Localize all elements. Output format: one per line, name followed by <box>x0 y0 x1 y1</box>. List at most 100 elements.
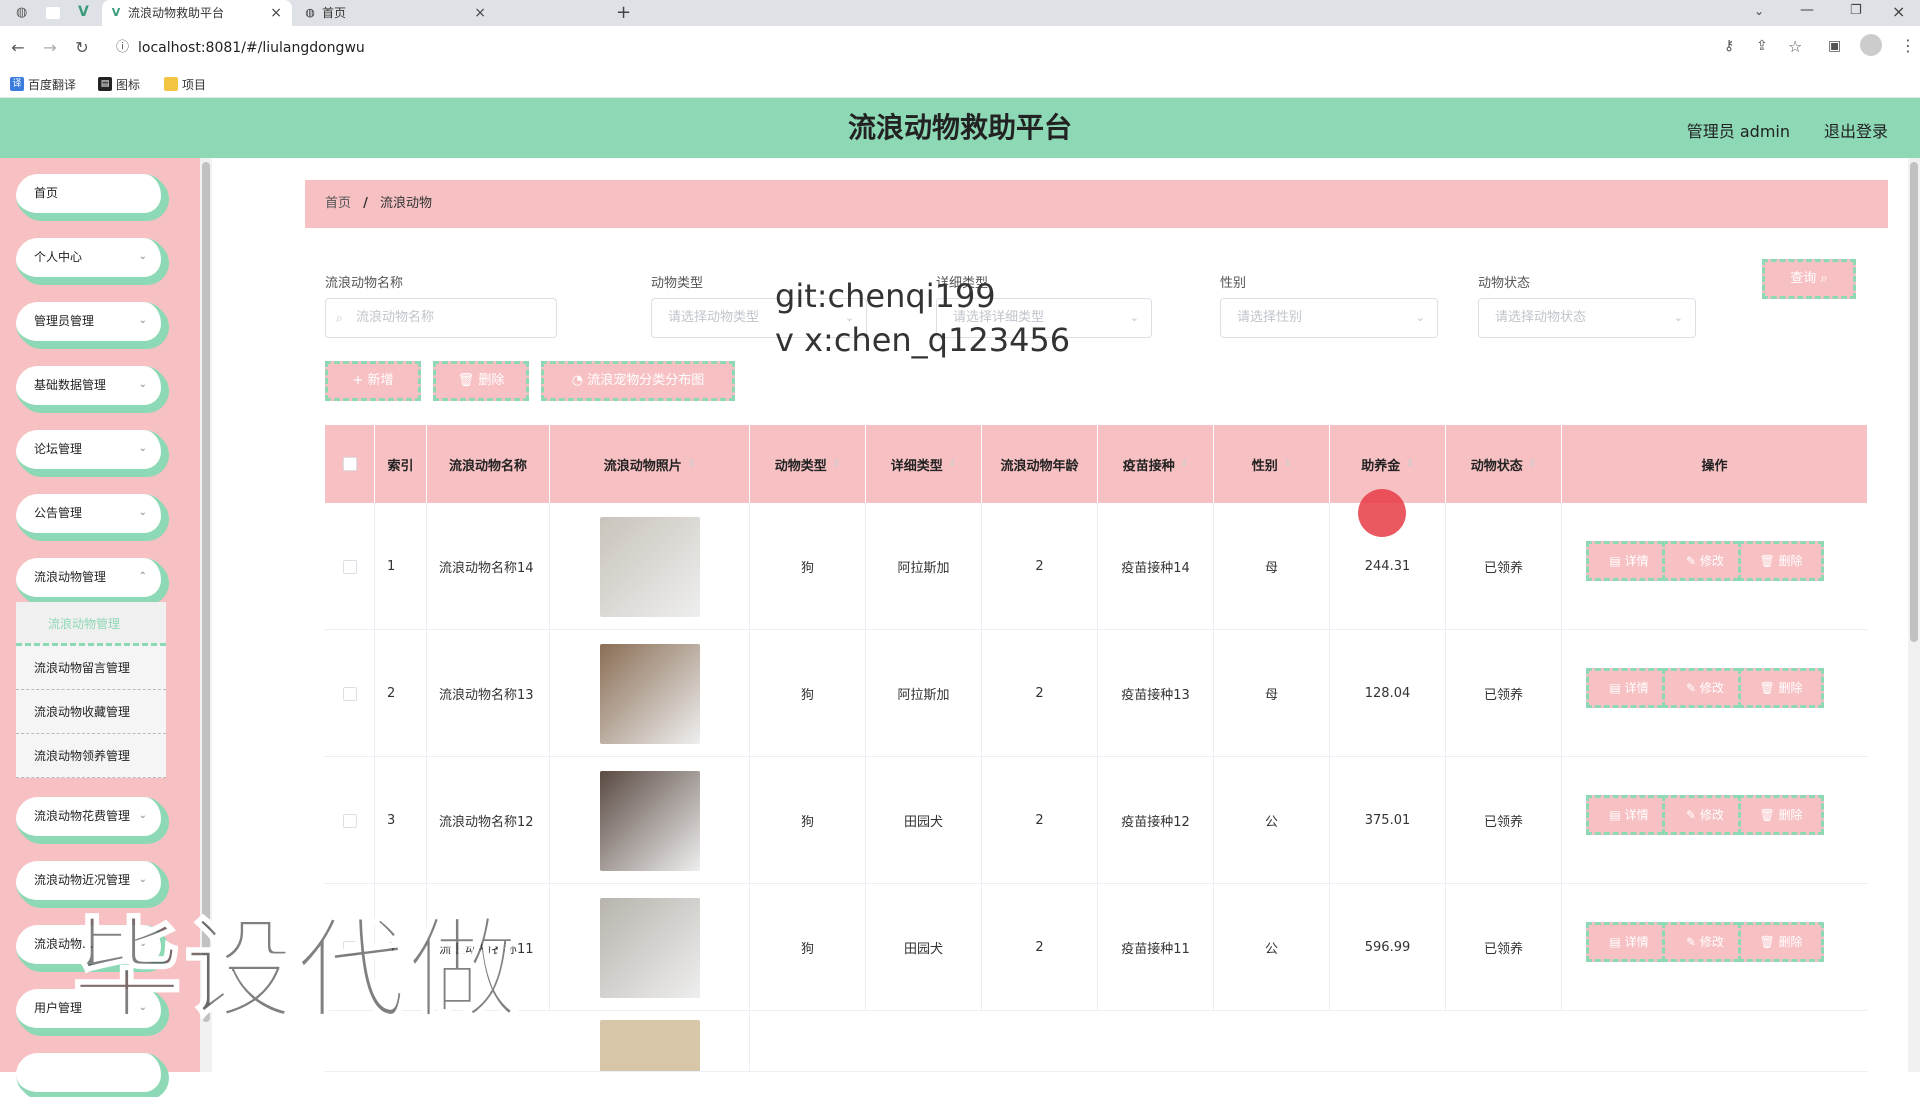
submenu-animal-favorites[interactable]: 流浪动物收藏管理 <box>16 690 166 734</box>
user-info: 管理员 admin <box>1686 122 1790 141</box>
animal-photo[interactable] <box>599 1020 700 1071</box>
sort-icon[interactable]: ⇕ <box>1529 459 1537 469</box>
sort-icon[interactable]: ⇕ <box>1406 459 1414 469</box>
sex-cell: 母 <box>1214 503 1330 630</box>
header-detail[interactable]: 详细类型 ⇕ <box>866 425 982 503</box>
page-scrollbar[interactable] <box>1908 158 1920 1072</box>
header-photo[interactable]: 流浪动物照片 ⇕ <box>550 425 750 503</box>
sidebar-item-more[interactable] <box>16 1053 166 1097</box>
status-cell: 已领养 <box>1446 884 1562 1011</box>
chevron-down-icon: ⌄ <box>1415 311 1425 324</box>
delete-button[interactable]: 🗑 删除 <box>1738 668 1824 708</box>
chevron-up-icon: ⌃ <box>138 571 147 582</box>
breadcrumb-home[interactable]: 首页 <box>325 196 351 211</box>
sort-icon[interactable]: ⇕ <box>833 459 841 469</box>
header-actions: 操作 <box>1701 458 1728 474</box>
submenu-animal-manage[interactable]: 流浪动物管理 <box>16 602 166 646</box>
submenu-animal-messages[interactable]: 流浪动物留言管理 <box>16 646 166 690</box>
scrollbar-thumb[interactable] <box>1910 162 1918 642</box>
sidebar-item-costs[interactable]: 流浪动物花费管理 ⌄ <box>16 797 166 841</box>
edit-button[interactable]: ✎ 修改 <box>1662 668 1748 708</box>
header-type[interactable]: 动物类型 ⇕ <box>750 425 866 503</box>
animal-photo[interactable] <box>599 643 700 744</box>
close-window-icon[interactable]: × <box>1892 2 1905 21</box>
chevron-down-icon[interactable]: ⌄ <box>1754 4 1764 18</box>
delete-button[interactable]: 🗑 删除 <box>1738 922 1824 962</box>
select-all-checkbox[interactable] <box>342 457 357 471</box>
delete-button[interactable]: 🗑 删除 <box>1738 795 1824 835</box>
filter-status-select[interactable]: 请选择动物状态 ⌄ <box>1478 298 1696 338</box>
detail-button[interactable]: ▤ 详情 <box>1586 795 1672 835</box>
header-vaccine[interactable]: 疫苗接种 ⇕ <box>1098 425 1214 503</box>
row-checkbox[interactable] <box>342 686 357 701</box>
edit-button[interactable]: ✎ 修改 <box>1662 795 1748 835</box>
bookmark-icons[interactable]: ▤ 图标 <box>98 76 140 93</box>
query-button[interactable]: 查询 ⌕ <box>1762 259 1856 299</box>
header-index: 索引 <box>375 425 427 503</box>
sort-icon[interactable]: ⇕ <box>688 459 696 469</box>
vaccine-cell: 疫苗接种11 <box>1098 884 1214 1011</box>
edit-button[interactable]: ✎ 修改 <box>1662 922 1748 962</box>
url-field[interactable]: ⓘ localhost:8081/#/liulangdongwu <box>110 30 1890 66</box>
submenu-animal-adoption[interactable]: 流浪动物领养管理 <box>16 734 166 778</box>
sort-icon[interactable]: ⇕ <box>949 459 957 469</box>
kebab-menu-icon[interactable]: ⋮ <box>1900 36 1916 55</box>
reload-icon[interactable]: ↻ <box>72 38 92 57</box>
chevron-down-icon: ⌄ <box>138 507 147 518</box>
sidebar-item-admins[interactable]: 管理员管理 ⌄ <box>16 302 166 346</box>
tab-home[interactable]: ◍ 首页 × <box>296 0 496 26</box>
globe-icon[interactable]: ◍ <box>16 5 27 20</box>
info-icon[interactable]: ⓘ <box>116 30 129 66</box>
new-tab-icon[interactable]: + <box>616 2 631 23</box>
detail-button[interactable]: ▤ 详情 <box>1586 922 1672 962</box>
header-age[interactable]: 流浪动物年龄 <box>982 425 1098 503</box>
sidepanel-icon[interactable]: ▣ <box>1828 38 1841 54</box>
sort-icon[interactable]: ⇕ <box>1181 459 1189 469</box>
filter-name-input[interactable]: ⌕ 流浪动物名称 <box>325 298 557 338</box>
sidebar-item-home[interactable]: 首页 <box>16 174 166 218</box>
add-button[interactable]: + 新增 <box>325 361 421 401</box>
detail-button[interactable]: ▤ 详情 <box>1586 668 1672 708</box>
profile-icon[interactable] <box>1860 34 1882 56</box>
animal-photo[interactable] <box>599 897 700 998</box>
share-icon[interactable]: ⇪ <box>1756 38 1768 54</box>
tab-active[interactable]: V 流浪动物救助平台 × <box>102 0 292 26</box>
animal-photo[interactable] <box>599 770 700 871</box>
vaccine-cell: 疫苗接种13 <box>1098 630 1214 757</box>
minimize-icon[interactable]: — <box>1800 2 1814 18</box>
logout-link[interactable]: 退出登录 <box>1824 118 1888 142</box>
age-cell: 2 <box>982 884 1098 1011</box>
close-icon[interactable]: × <box>270 0 282 26</box>
sidebar-item-notice[interactable]: 公告管理 ⌄ <box>16 494 166 538</box>
forward-icon[interactable]: → <box>40 38 60 57</box>
vue-icon[interactable]: V <box>78 4 89 20</box>
photo-cell <box>550 503 750 630</box>
header-sex[interactable]: 性别 ⇕ <box>1214 425 1330 503</box>
chart-button[interactable]: ◔ 流浪宠物分类分布图 <box>541 361 735 401</box>
edit-button[interactable]: ✎ 修改 <box>1662 541 1748 581</box>
row-checkbox[interactable] <box>342 559 357 574</box>
bookmark-translate[interactable]: 译百度翻译 <box>10 76 76 93</box>
bookmark-project[interactable]: 项目 <box>164 76 206 93</box>
header-name[interactable]: 流浪动物名称 <box>427 425 550 503</box>
status-cell: 已领养 <box>1446 757 1562 884</box>
detail-button[interactable]: ▤ 详情 <box>1586 541 1672 581</box>
sidebar-item-animals[interactable]: 流浪动物管理 ⌃ <box>16 558 166 602</box>
animal-photo[interactable] <box>599 516 700 617</box>
row-checkbox[interactable] <box>342 813 357 828</box>
close-icon[interactable]: × <box>474 0 486 26</box>
sidebar-item-profile[interactable]: 个人中心 ⌄ <box>16 238 166 282</box>
blank-tab-icon[interactable] <box>46 7 60 19</box>
star-icon[interactable]: ☆ <box>1788 37 1802 56</box>
header-status[interactable]: 动物状态 ⇕ <box>1446 425 1562 503</box>
key-icon[interactable]: ⚷ <box>1724 38 1734 54</box>
sidebar-item-basedata[interactable]: 基础数据管理 ⌄ <box>16 366 166 410</box>
sidebar-item-forum[interactable]: 论坛管理 ⌄ <box>16 430 166 474</box>
filter-sex-select[interactable]: 请选择性别 ⌄ <box>1220 298 1438 338</box>
delete-button[interactable]: 🗑 删除 <box>1738 541 1824 581</box>
restore-icon[interactable]: ❐ <box>1850 3 1862 18</box>
batch-delete-button[interactable]: 🗑 删除 <box>433 361 529 401</box>
sort-icon[interactable]: ⇕ <box>1284 459 1292 469</box>
back-icon[interactable]: ← <box>8 38 28 57</box>
vaccine-cell: 疫苗接种14 <box>1098 503 1214 630</box>
